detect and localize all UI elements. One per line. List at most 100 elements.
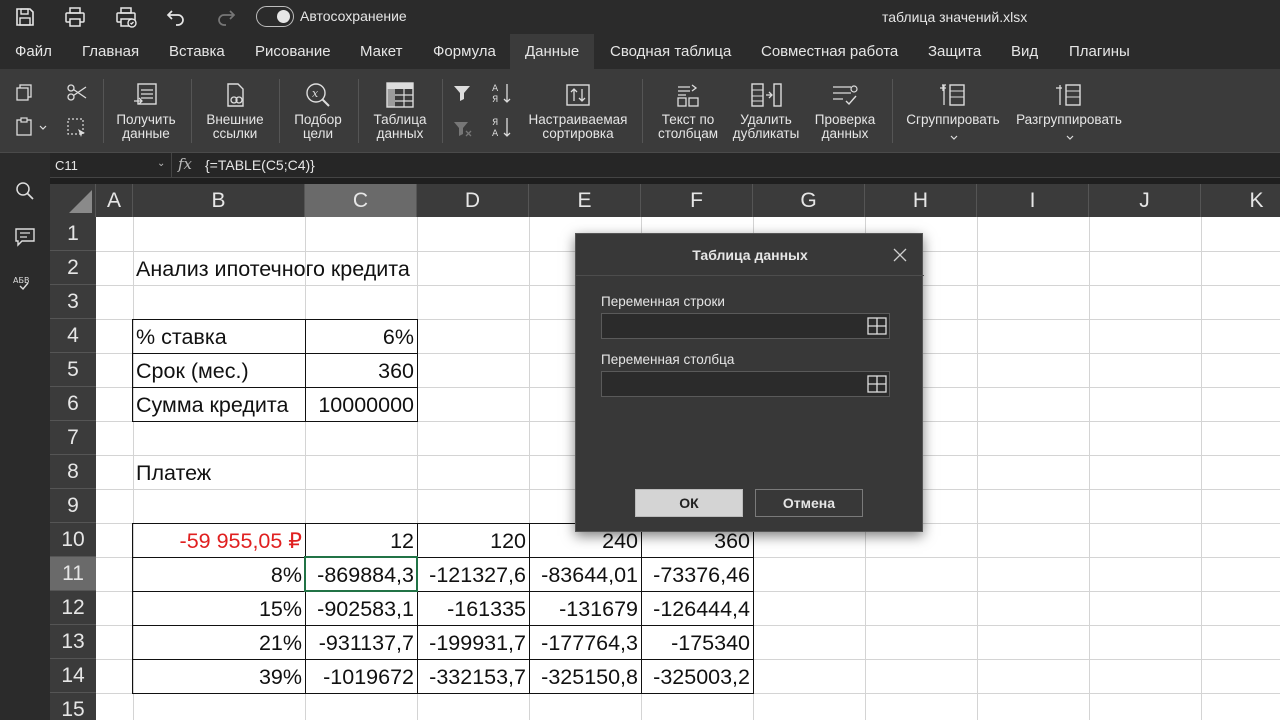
column-header-g[interactable]: G xyxy=(753,184,865,217)
cell-c4[interactable]: 6% xyxy=(305,319,417,353)
save-icon[interactable] xyxy=(13,5,37,29)
cell-f14[interactable]: -325003,2 xyxy=(641,659,753,693)
row-header-10[interactable]: 10 xyxy=(50,523,96,557)
paste-icon[interactable] xyxy=(15,117,49,142)
tab-plugins[interactable]: Плагины xyxy=(1069,34,1130,69)
column-header-i[interactable]: I xyxy=(977,184,1089,217)
spellcheck-icon[interactable]: АБВ xyxy=(12,273,36,298)
cell-d12[interactable]: -161335 xyxy=(417,591,529,625)
data-table-button[interactable]: Таблица данных xyxy=(364,81,436,141)
select-all-icon[interactable] xyxy=(66,117,88,144)
print-icon[interactable] xyxy=(63,5,87,29)
row-header-11[interactable]: 11 xyxy=(50,557,96,591)
column-header-f[interactable]: F xyxy=(641,184,753,217)
remove-duplicates-button[interactable]: Удалить дубликаты xyxy=(728,81,804,141)
row-header-2[interactable]: 2 xyxy=(50,251,96,285)
search-icon[interactable] xyxy=(15,181,35,206)
column-header-h[interactable]: H xyxy=(865,184,977,217)
tab-insert[interactable]: Вставка xyxy=(169,34,225,69)
column-input-field[interactable] xyxy=(601,371,890,397)
tab-layout[interactable]: Макет xyxy=(360,34,402,69)
row-header-14[interactable]: 14 xyxy=(50,659,96,693)
tab-view[interactable]: Вид xyxy=(1011,34,1038,69)
cell-d14[interactable]: -332153,7 xyxy=(417,659,529,693)
cell-c12[interactable]: -902583,1 xyxy=(305,591,417,625)
tab-collaboration[interactable]: Совместная работа xyxy=(761,34,898,69)
tab-file[interactable]: Файл xyxy=(15,34,52,69)
cell-b6[interactable]: Сумма кредита xyxy=(133,387,305,421)
cell-b13[interactable]: 21% xyxy=(133,625,305,659)
name-box[interactable]: C11 xyxy=(50,153,172,178)
cell-b11[interactable]: 8% xyxy=(133,557,305,591)
row-input-field[interactable] xyxy=(601,313,890,339)
autosave-toggle[interactable] xyxy=(256,6,294,27)
text-to-columns-button[interactable]: Текст по столбцам xyxy=(652,81,724,141)
cell-b10[interactable]: -59 955,05 ₽ xyxy=(133,523,305,557)
sort-ascending-icon[interactable]: AЯ xyxy=(491,81,513,110)
cell-d11[interactable]: -121327,6 xyxy=(417,557,529,591)
tab-pivot-table[interactable]: Сводная таблица xyxy=(610,34,731,69)
ungroup-button[interactable]: Разгруппировать xyxy=(1010,81,1128,127)
copy-icon[interactable] xyxy=(15,83,37,108)
column-header-a[interactable]: A xyxy=(96,184,133,217)
cell-d10[interactable]: 120 xyxy=(417,523,529,557)
column-header-d[interactable]: D xyxy=(417,184,529,217)
goal-seek-button[interactable]: x Подбор цели xyxy=(285,81,351,141)
filter-icon[interactable] xyxy=(452,83,472,108)
cell-e11[interactable]: -83644,01 xyxy=(529,557,641,591)
column-header-c[interactable]: C xyxy=(305,184,417,217)
row-header-15[interactable]: 15 xyxy=(50,693,96,720)
row-header-13[interactable]: 13 xyxy=(50,625,96,659)
row-header-1[interactable]: 1 xyxy=(50,217,96,251)
cell-b14[interactable]: 39% xyxy=(133,659,305,693)
function-icon[interactable]: fx xyxy=(178,155,192,173)
row-header-7[interactable]: 7 xyxy=(50,421,96,455)
cell-b5[interactable]: Срок (мес.) xyxy=(133,353,305,387)
formula-input[interactable]: {=TABLE(C5;C4)} xyxy=(205,153,315,178)
external-links-button[interactable]: Внешние ссылки xyxy=(197,81,273,141)
custom-sort-button[interactable]: Настраиваемая сортировка xyxy=(522,81,634,141)
cell-c13[interactable]: -931137,7 xyxy=(305,625,417,659)
tab-protection[interactable]: Защита xyxy=(928,34,981,69)
undo-icon[interactable] xyxy=(164,5,188,29)
quick-print-icon[interactable] xyxy=(114,5,138,29)
cancel-button[interactable]: Отмена xyxy=(755,489,863,517)
cell-f11[interactable]: -73376,46 xyxy=(641,557,753,591)
tab-home[interactable]: Главная xyxy=(82,34,139,69)
range-picker-icon[interactable] xyxy=(867,375,887,393)
column-header-b[interactable]: B xyxy=(133,184,305,217)
close-icon[interactable] xyxy=(892,247,908,263)
cut-icon[interactable] xyxy=(66,83,88,108)
cell-b12[interactable]: 15% xyxy=(133,591,305,625)
row-header-6[interactable]: 6 xyxy=(50,387,96,421)
cell-d13[interactable]: -199931,7 xyxy=(417,625,529,659)
sort-descending-icon[interactable]: ЯA xyxy=(491,115,513,144)
cell-c14[interactable]: -1019672 xyxy=(305,659,417,693)
cell-f12[interactable]: -126444,4 xyxy=(641,591,753,625)
cell-e14[interactable]: -325150,8 xyxy=(529,659,641,693)
cell-f13[interactable]: -175340 xyxy=(641,625,753,659)
cell-c5[interactable]: 360 xyxy=(305,353,417,387)
tab-formula[interactable]: Формула xyxy=(433,34,496,69)
column-header-e[interactable]: E xyxy=(529,184,641,217)
cell-b4[interactable]: % ставка xyxy=(133,319,305,353)
redo-icon[interactable] xyxy=(214,5,238,29)
row-header-9[interactable]: 9 xyxy=(50,489,96,523)
row-header-5[interactable]: 5 xyxy=(50,353,96,387)
group-button[interactable]: Сгруппировать xyxy=(900,81,1006,127)
cell-b2[interactable]: Анализ ипотечного кредита xyxy=(133,251,533,285)
row-header-4[interactable]: 4 xyxy=(50,319,96,353)
ok-button[interactable]: ОК xyxy=(635,489,743,517)
get-data-button[interactable]: Получить данные xyxy=(108,81,184,141)
row-header-8[interactable]: 8 xyxy=(50,455,96,489)
range-picker-icon[interactable] xyxy=(867,317,887,335)
cell-c6[interactable]: 10000000 xyxy=(305,387,417,421)
data-validation-button[interactable]: Проверка данных xyxy=(808,81,882,141)
tab-data[interactable]: Данные xyxy=(510,34,595,69)
cell-c10[interactable]: 12 xyxy=(305,523,417,557)
select-all-corner[interactable] xyxy=(50,184,96,217)
column-header-k[interactable]: K xyxy=(1201,184,1280,217)
row-header-3[interactable]: 3 xyxy=(50,285,96,319)
cell-e13[interactable]: -177764,3 xyxy=(529,625,641,659)
tab-draw[interactable]: Рисование xyxy=(255,34,331,69)
